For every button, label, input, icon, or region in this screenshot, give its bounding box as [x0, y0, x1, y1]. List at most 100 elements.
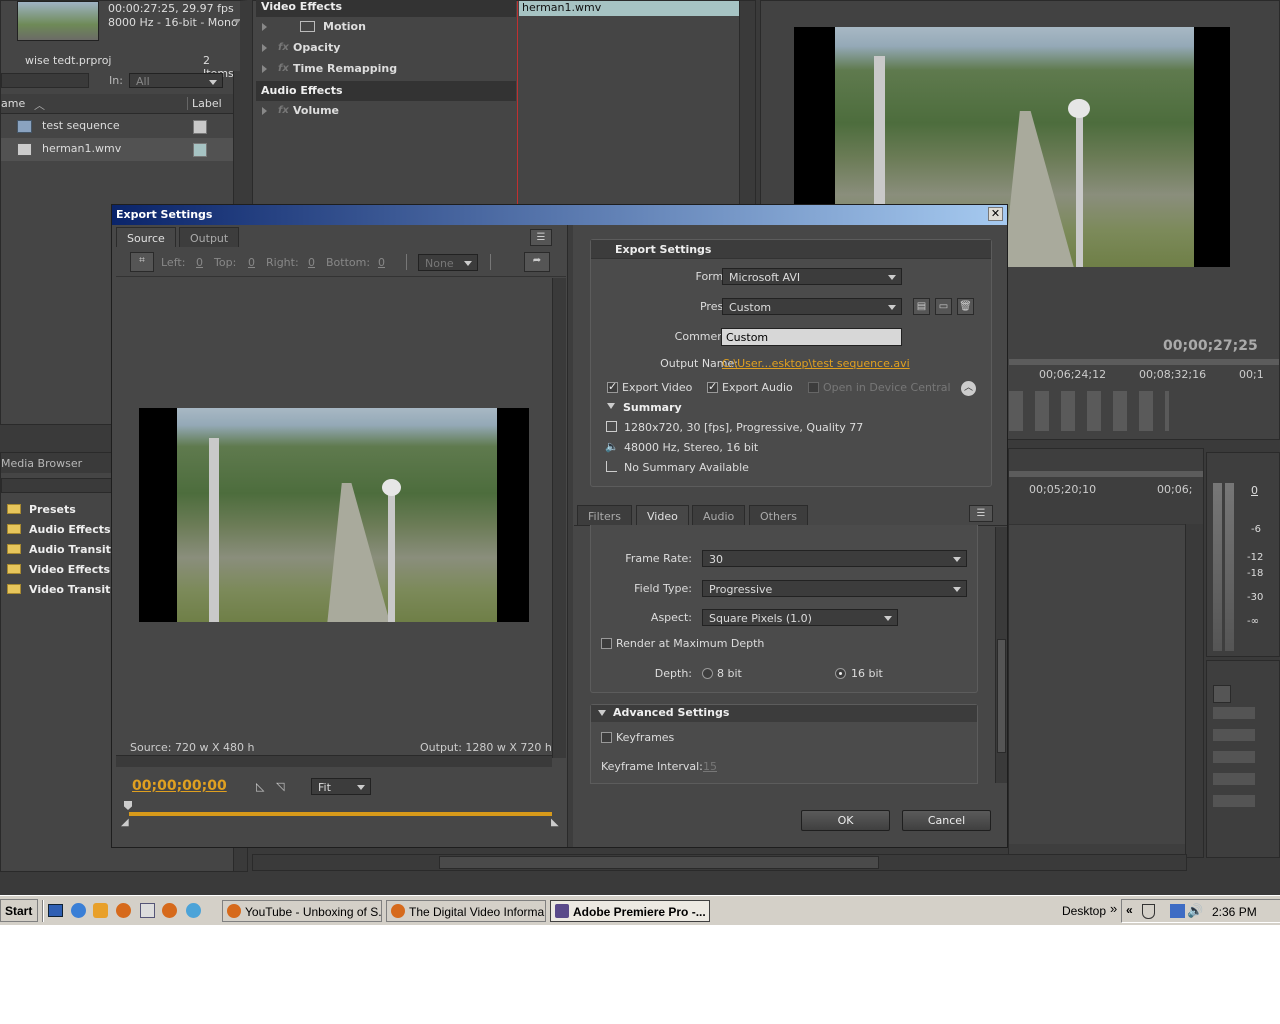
preview-v-scrollbar[interactable] — [552, 278, 566, 758]
column-name[interactable]: ame — [1, 97, 25, 110]
taskbar-youtube[interactable]: YouTube - Unboxing of S... — [222, 900, 382, 922]
set-out-point-icon[interactable]: ◹ — [276, 780, 284, 793]
project-item-test-sequence[interactable]: test sequence — [1, 115, 233, 138]
start-button[interactable]: Start — [0, 899, 38, 922]
fx-row-time-remapping[interactable]: fx Time Remapping — [256, 60, 516, 80]
export-arrow-icon[interactable]: ➦ — [524, 252, 550, 272]
device-central-checkbox[interactable] — [808, 382, 819, 393]
summary-expand-icon[interactable] — [607, 403, 615, 409]
tab-video[interactable]: Video — [636, 505, 689, 525]
ie-icon[interactable] — [71, 903, 86, 918]
project-item-herman1[interactable]: herman1.wmv — [1, 138, 233, 161]
tray-expand-icon[interactable]: « — [1126, 903, 1133, 917]
taskbar-premiere[interactable]: Adobe Premiere Pro -... — [550, 900, 710, 922]
depth-8bit-radio[interactable] — [702, 668, 713, 679]
crop-top-value[interactable]: 0 — [248, 256, 255, 269]
project-column-header: ame ︿ Label — [1, 94, 233, 114]
comments-input[interactable]: Custom — [721, 328, 902, 346]
depth-16bit-radio[interactable] — [835, 668, 846, 679]
aspect-dropdown[interactable]: Square Pixels (1.0) — [702, 609, 898, 626]
settings-scrollbar[interactable] — [995, 527, 1007, 783]
crop-ratio-dropdown[interactable]: None — [418, 254, 478, 271]
firefox-icon-2[interactable] — [162, 903, 177, 918]
tool-icons[interactable] — [1213, 707, 1255, 807]
set-in-point-icon[interactable]: ◺ — [256, 780, 264, 793]
media-player-icon[interactable] — [93, 903, 108, 918]
cancel-button[interactable]: Cancel — [902, 810, 991, 831]
column-label[interactable]: Label — [187, 97, 222, 110]
ruler-label-2: 00;08;32;16 — [1139, 368, 1207, 381]
frame-rate-dropdown[interactable]: 30 — [702, 550, 967, 567]
fx-row-opacity[interactable]: fx Opacity — [256, 39, 516, 59]
format-dropdown[interactable]: Microsoft AVI — [722, 268, 902, 285]
fx-row-volume[interactable]: fx Volume — [256, 102, 516, 122]
save-preset-icon[interactable]: ▤ — [913, 298, 930, 315]
program-timecode[interactable]: 00;00;27;25 — [1163, 338, 1258, 354]
crop-bottom-value[interactable]: 0 — [378, 256, 385, 269]
bottom-scrollbar[interactable] — [252, 854, 1187, 871]
shield-icon[interactable] — [1142, 904, 1155, 919]
playhead-icon[interactable] — [124, 801, 132, 810]
crop-right-value[interactable]: 0 — [308, 256, 315, 269]
panel-menu-icon[interactable]: ☰ — [530, 229, 552, 246]
project-search-input[interactable] — [1, 73, 89, 88]
timeline-scrollbar[interactable] — [1185, 524, 1203, 857]
firefox-icon — [391, 904, 405, 918]
tab-others[interactable]: Others — [749, 505, 808, 525]
preview-h-scrollbar[interactable] — [116, 755, 552, 767]
keyframe-interval-value[interactable]: 15 — [703, 760, 717, 773]
transport-controls[interactable] — [1009, 391, 1169, 431]
ok-button[interactable]: OK — [801, 810, 890, 831]
tab-media-browser[interactable]: Media Browser — [1, 457, 82, 470]
settings-scroll-thumb[interactable] — [997, 639, 1006, 753]
tabs-menu-icon[interactable]: ☰ — [969, 505, 993, 522]
advanced-expand-icon[interactable] — [598, 710, 606, 716]
close-button[interactable]: ✕ — [988, 207, 1003, 221]
tab-source[interactable]: Source — [116, 227, 176, 247]
taskbar-digital-video[interactable]: The Digital Video Informa... — [386, 900, 546, 922]
expand-icon[interactable] — [262, 65, 267, 73]
desktop-toolbar-label[interactable]: Desktop — [1062, 904, 1106, 918]
render-max-depth-checkbox[interactable] — [601, 638, 612, 649]
pane-divider[interactable] — [567, 225, 573, 847]
out-marker-icon[interactable]: ◣ — [551, 817, 559, 828]
advanced-settings-header[interactable]: Advanced Settings — [591, 705, 977, 722]
collapse-icon[interactable]: ︿ — [961, 381, 976, 396]
delete-preset-icon[interactable]: 🗑 — [957, 298, 974, 315]
selection-tool-icon[interactable] — [1213, 685, 1231, 703]
crop-left-value[interactable]: 0 — [196, 256, 203, 269]
keyframes-checkbox[interactable] — [601, 732, 612, 743]
bottom-scroll-thumb[interactable] — [439, 856, 879, 869]
crop-icon[interactable]: ⌗ — [130, 252, 154, 272]
expand-icon[interactable] — [262, 44, 267, 52]
track-area[interactable] — [1009, 524, 1185, 844]
export-audio-checkbox[interactable] — [707, 380, 718, 393]
output-name-link[interactable]: C:\User...esktop\test sequence.avi — [722, 357, 910, 370]
fx-row-motion[interactable]: Motion — [256, 18, 516, 38]
field-type-dropdown[interactable]: Progressive — [702, 580, 967, 597]
show-desktop-icon[interactable] — [48, 904, 63, 917]
expand-icon[interactable] — [262, 23, 267, 31]
tab-audio[interactable]: Audio — [692, 505, 746, 525]
effect-controls-scrollbar[interactable] — [739, 1, 755, 209]
expand-icon[interactable] — [262, 107, 267, 115]
in-dropdown[interactable]: All — [129, 73, 223, 88]
toolbar-chevron[interactable]: » — [1110, 901, 1117, 916]
preset-dropdown[interactable]: Custom — [722, 298, 902, 315]
window-icon[interactable] — [140, 903, 155, 918]
tab-filters[interactable]: Filters — [577, 505, 632, 525]
network-icon[interactable] — [1170, 904, 1185, 918]
dropdown-arrow-icon[interactable] — [233, 19, 240, 24]
export-video-checkbox[interactable] — [607, 380, 618, 393]
work-area-bar[interactable] — [129, 812, 552, 816]
tab-output[interactable]: Output — [179, 227, 240, 247]
volume-icon[interactable]: 🔊 — [1187, 903, 1203, 919]
frame-rate-label: Frame Rate: — [625, 552, 692, 565]
firefox-icon[interactable] — [116, 903, 131, 918]
import-preset-icon[interactable]: ▭ — [935, 298, 952, 315]
in-marker-icon[interactable]: ◢ — [121, 817, 129, 828]
zoom-fit-dropdown[interactable]: Fit — [311, 778, 371, 795]
source-timecode[interactable]: 00;00;00;00 — [132, 778, 227, 794]
timeline-ruler-label-2: 00;06; — [1157, 483, 1193, 496]
search-icon[interactable] — [186, 903, 201, 918]
